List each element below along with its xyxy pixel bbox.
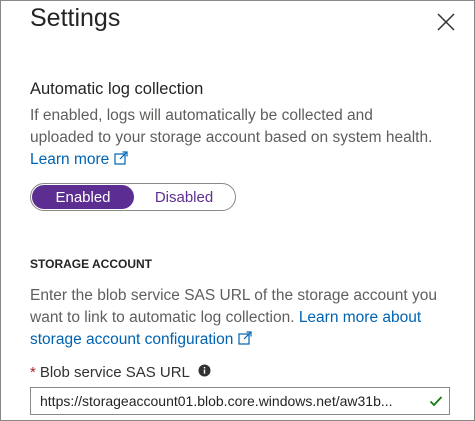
- description-line: uploaded to your storage account based o…: [30, 129, 433, 146]
- learn-more-label: Learn more: [30, 151, 110, 168]
- external-link-icon: [114, 150, 128, 172]
- field-label-text: Blob service SAS URL: [39, 364, 190, 381]
- log-collection-description: If enabled, logs will automatically be c…: [30, 105, 470, 172]
- sas-url-input[interactable]: https://storageaccount01.blob.core.windo…: [30, 387, 450, 415]
- learn-more-link[interactable]: Learn more: [30, 151, 128, 168]
- storage-account-description: Enter the blob service SAS URL of the st…: [30, 285, 470, 352]
- log-collection-toggle: Enabled Disabled: [30, 183, 236, 211]
- storage-config-label: storage account configuration: [30, 331, 234, 348]
- description-line: Enter the blob service SAS URL of the st…: [30, 287, 437, 304]
- external-link-icon: [238, 330, 252, 352]
- sas-url-value: https://storageaccount01.blob.core.windo…: [40, 393, 393, 409]
- required-marker: *: [30, 364, 36, 381]
- learn-more-storage-link[interactable]: Learn more about: [299, 309, 421, 326]
- description-line: If enabled, logs will automatically be c…: [30, 107, 373, 124]
- description-text: want to link to automatic log collection…: [30, 309, 299, 326]
- toggle-enabled-option[interactable]: Enabled: [32, 185, 134, 209]
- sas-url-label: * Blob service SAS URL: [30, 364, 211, 382]
- close-icon[interactable]: [433, 9, 459, 35]
- storage-account-heading: STORAGE ACCOUNT: [30, 257, 153, 271]
- check-icon: [429, 394, 443, 408]
- log-collection-heading: Automatic log collection: [30, 80, 204, 98]
- toggle-disabled-option[interactable]: Disabled: [134, 185, 234, 209]
- storage-config-link[interactable]: storage account configuration: [30, 331, 252, 348]
- info-icon[interactable]: [198, 364, 211, 382]
- settings-panel: Settings Automatic log collection If ena…: [0, 0, 475, 421]
- panel-title: Settings: [30, 4, 121, 32]
